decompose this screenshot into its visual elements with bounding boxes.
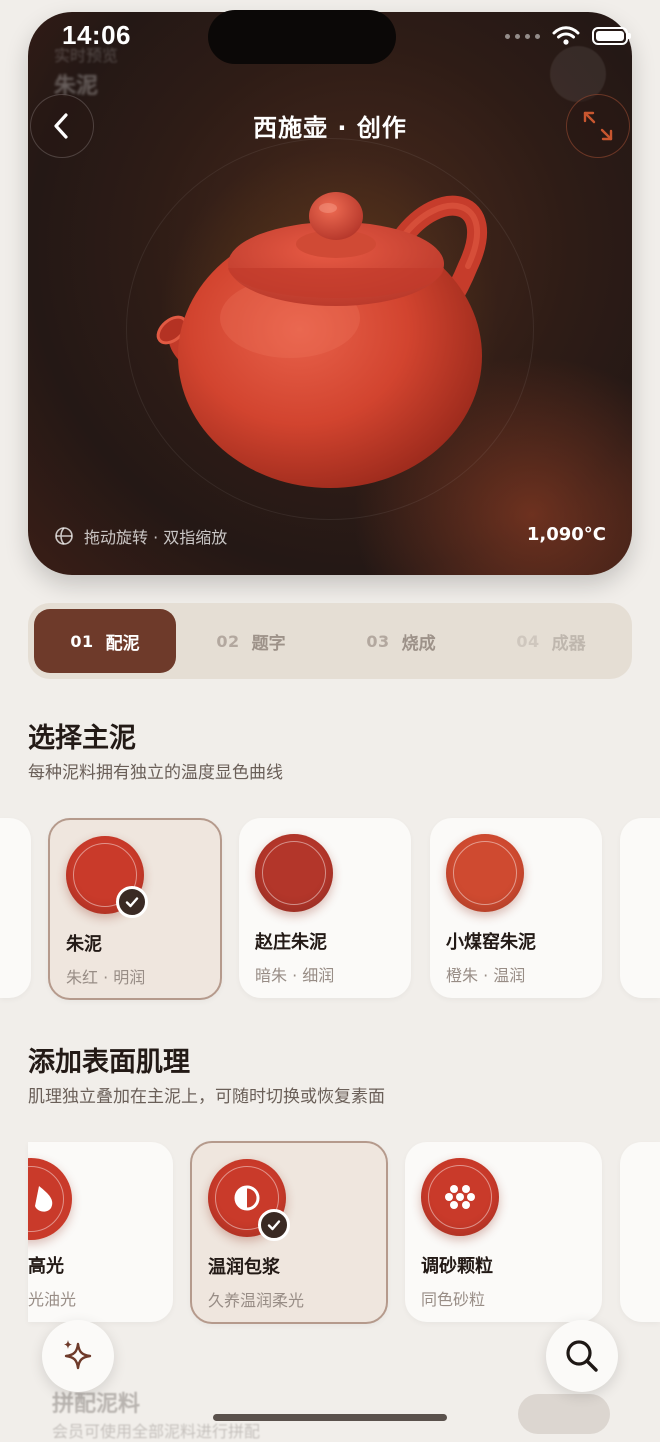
- droplet-icon: [35, 1186, 53, 1212]
- half-circle-icon: [234, 1185, 260, 1211]
- firing-temperature: 1,090°C: [526, 524, 606, 545]
- texture-card-partial-right[interactable]: [620, 1142, 660, 1322]
- status-time: 14:06: [62, 20, 131, 50]
- clay-section-subtitle: 每种泥料拥有独立的温度显色曲线: [28, 763, 283, 783]
- clay-swatch: [255, 834, 333, 912]
- texture-swatch: [421, 1158, 499, 1236]
- texture-name: 高光: [28, 1256, 64, 1277]
- grains-icon: [445, 1185, 475, 1209]
- clay-card[interactable]: 小煤窑朱泥 橙朱 · 温润: [430, 818, 602, 998]
- clay-desc: 橙朱 · 温润: [446, 966, 526, 985]
- ai-suggest-button[interactable]: [42, 1320, 114, 1392]
- texture-name: 温润包浆: [208, 1257, 280, 1278]
- texture-card[interactable]: 温润包浆 久养温润柔光: [190, 1141, 388, 1324]
- step-tabs: 01 配泥 02 题字 03 烧成 04 成器: [28, 603, 632, 679]
- clay-card-partial-left[interactable]: [0, 818, 31, 998]
- signal-icon: [505, 33, 540, 39]
- step-tab-inscription[interactable]: 02 题字: [176, 609, 326, 673]
- clay-desc: 朱红 · 明润: [66, 968, 146, 987]
- blend-clay-title: 拼配泥料: [52, 1392, 141, 1417]
- texture-desc: 久养温润柔光: [208, 1291, 305, 1310]
- clay-card[interactable]: 朱泥 朱红 · 明润: [48, 818, 222, 1000]
- step-tab-firing[interactable]: 03 烧成: [326, 609, 476, 673]
- step-label: 成器: [551, 633, 586, 654]
- texture-card[interactable]: 高光 光油光: [28, 1142, 173, 1322]
- step-label: 题字: [251, 633, 286, 654]
- dynamic-island: [208, 10, 396, 64]
- texture-card[interactable]: 调砂颗粒 同色砂粒: [405, 1142, 602, 1322]
- selected-check-icon: [258, 1209, 290, 1241]
- page-title: 西施壶 · 创作: [253, 114, 407, 142]
- clay-swatch: [446, 834, 524, 912]
- teapot-preview-panel[interactable]: 实时预览 朱泥 西施壶 · 创作 拖动旋转 · 双指缩放 1,090°C: [28, 12, 632, 575]
- clay-section-title: 选择主泥: [28, 723, 136, 754]
- blend-clay-toggle[interactable]: [518, 1394, 610, 1434]
- rotate-globe-icon: [55, 527, 73, 545]
- texture-desc: 光油光: [28, 1290, 77, 1309]
- step-label: 烧成: [401, 633, 436, 654]
- clay-name: 赵庄朱泥: [255, 932, 327, 953]
- clay-desc: 暗朱 · 细润: [255, 966, 335, 985]
- search-button[interactable]: [546, 1320, 618, 1392]
- step-number: 01: [70, 631, 94, 651]
- step-number: 03: [366, 631, 390, 651]
- search-icon: [566, 1340, 598, 1372]
- texture-section-subtitle: 肌理独立叠加在主泥上，可随时切换或恢复素面: [28, 1087, 385, 1107]
- step-tab-clay[interactable]: 01 配泥: [34, 609, 176, 673]
- clay-card[interactable]: 赵庄朱泥 暗朱 · 细润: [239, 818, 411, 998]
- step-label: 配泥: [105, 633, 140, 654]
- texture-desc: 同色砂粒: [421, 1290, 486, 1309]
- clay-name: 朱泥: [66, 934, 102, 955]
- fullscreen-button[interactable]: [566, 94, 630, 158]
- teapot-3d-model[interactable]: [140, 178, 520, 498]
- sparkles-icon: [64, 1340, 92, 1370]
- texture-swatch: [28, 1158, 72, 1240]
- gesture-hint: 拖动旋转 · 双指缩放: [54, 524, 227, 548]
- step-tab-finish[interactable]: 04 成器: [476, 609, 626, 673]
- wifi-icon: [552, 26, 580, 45]
- step-number: 04: [516, 631, 540, 651]
- gesture-hint-text: 拖动旋转 · 双指缩放: [84, 528, 228, 547]
- clay-card-partial-right[interactable]: [620, 818, 660, 998]
- selected-check-icon: [116, 886, 148, 918]
- blend-clay-subtitle: 会员可使用全部泥料进行拼配: [52, 1422, 261, 1441]
- home-indicator[interactable]: [213, 1414, 447, 1421]
- texture-name: 调砂颗粒: [421, 1256, 493, 1277]
- status-icons: [505, 26, 631, 46]
- step-number: 02: [216, 631, 240, 651]
- clay-name: 小煤窑朱泥: [446, 932, 536, 953]
- battery-icon: [592, 27, 631, 45]
- texture-section-title: 添加表面肌理: [28, 1047, 190, 1078]
- expand-icon: [583, 111, 613, 141]
